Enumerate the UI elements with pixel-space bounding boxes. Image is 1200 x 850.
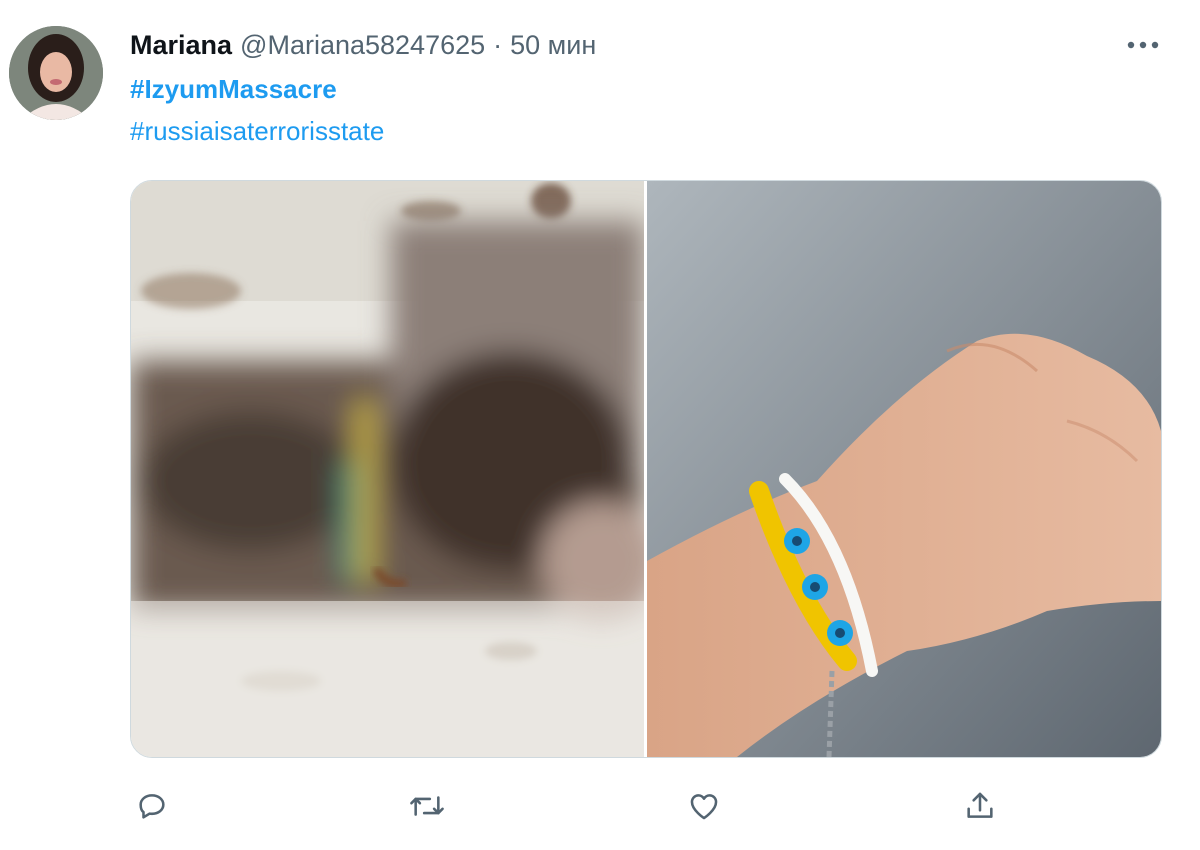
tweet-media <box>130 180 1162 758</box>
heart-icon <box>690 794 718 820</box>
hashtag-link[interactable]: #russiaisaterrorisstate <box>130 116 384 147</box>
author-handle[interactable]: @Mariana58247625 <box>240 30 485 61</box>
blurred-photo <box>131 181 644 757</box>
tweet: Mariana @Mariana58247625 · 50 мин #Izyum… <box>0 0 1200 850</box>
avatar-image <box>9 26 103 120</box>
media-photo[interactable] <box>131 181 644 757</box>
tweet-timestamp[interactable]: 50 мин <box>510 30 596 61</box>
tweet-actions <box>130 784 1160 828</box>
author-name[interactable]: Mariana <box>130 30 232 61</box>
like-button[interactable] <box>682 784 726 828</box>
retweet-icon <box>410 796 444 816</box>
bracelet-photo <box>647 181 1161 757</box>
share-button[interactable] <box>958 784 1002 828</box>
tweet-header: Mariana @Mariana58247625 · 50 мин <box>130 28 596 62</box>
more-options-button[interactable] <box>1122 30 1164 60</box>
reply-icon <box>139 794 165 819</box>
hashtag-link[interactable]: #IzyumMassacre <box>130 74 337 105</box>
separator-dot: · <box>493 29 503 60</box>
more-horizontal-icon <box>1127 41 1159 49</box>
avatar[interactable] <box>9 26 103 120</box>
media-photo[interactable] <box>647 181 1161 757</box>
retweet-button[interactable] <box>405 784 449 828</box>
reply-button[interactable] <box>130 784 174 828</box>
share-icon <box>967 792 993 818</box>
